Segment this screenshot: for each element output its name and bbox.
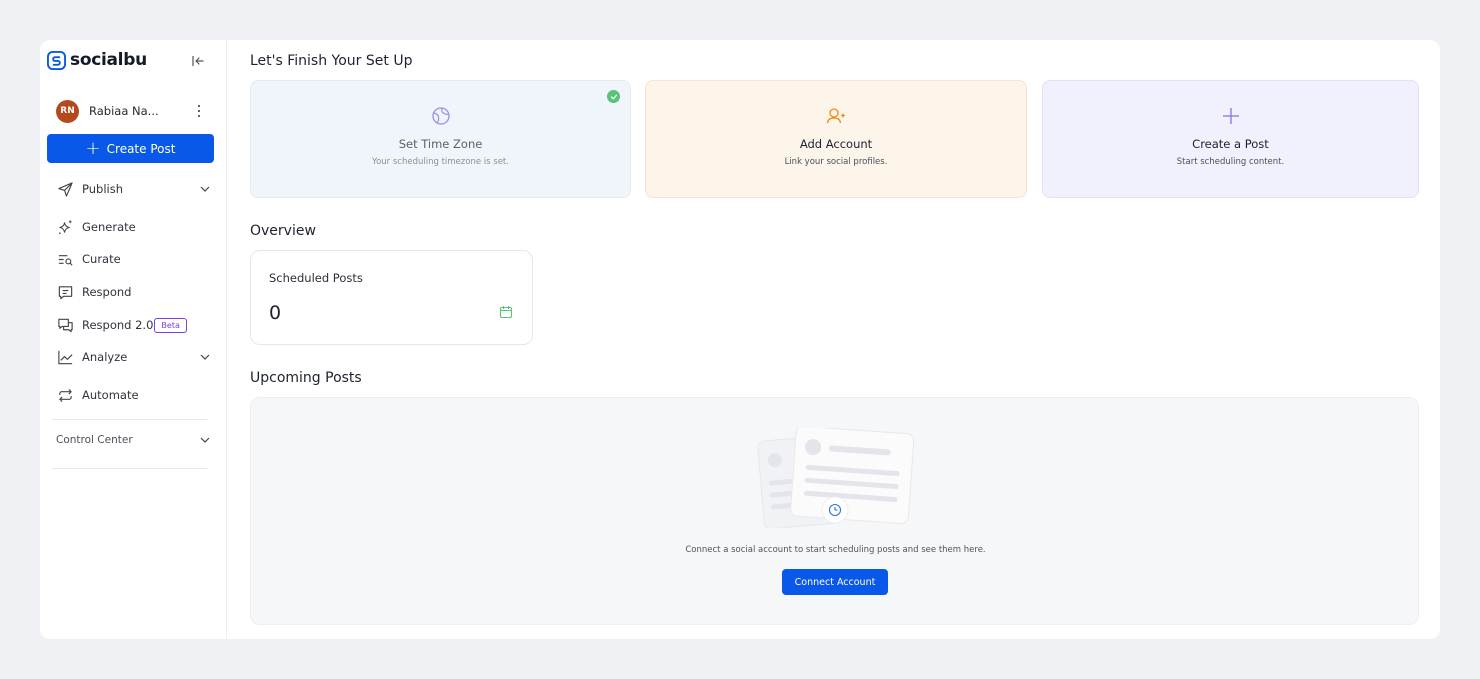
user-menu[interactable]: RN Rabiaa Na... (56, 99, 206, 123)
app-window: socialbu RN Rabiaa Na... + Create Post P… (40, 40, 1440, 639)
create-a-post-card[interactable]: Create a Post Start scheduling content. (1042, 80, 1419, 198)
create-post-label: Create Post (106, 141, 176, 156)
sidebar-item-respond-2[interactable]: Respond 2.0 Beta (56, 314, 211, 336)
sparkles-icon (56, 218, 74, 236)
logo[interactable]: socialbu (47, 50, 147, 70)
sidebar-item-respond[interactable]: Respond (56, 281, 211, 303)
set-time-zone-card[interactable]: Set Time Zone Your scheduling timezone i… (250, 80, 631, 198)
empty-posts-illustration (757, 428, 915, 528)
globe-icon (431, 105, 451, 127)
user-plus-icon (825, 105, 847, 127)
logo-text: socialbu (70, 50, 147, 70)
send-icon (56, 180, 74, 198)
sidebar-item-label: Respond 2.0 (82, 318, 154, 332)
create-post-button[interactable]: + Create Post (47, 134, 214, 163)
control-center-label: Control Center (56, 434, 133, 446)
repeat-icon (56, 386, 74, 404)
sidebar-item-generate[interactable]: Generate (56, 216, 211, 238)
sidebar-item-label: Automate (82, 388, 139, 402)
card-subtitle: Link your social profiles. (784, 157, 888, 167)
user-name: Rabiaa Na... (89, 104, 159, 118)
card-title: Create a Post (1192, 137, 1269, 151)
main-content: Let's Finish Your Set Up Set Time Zone Y… (250, 40, 1420, 639)
sidebar-item-publish[interactable]: Publish (56, 178, 211, 200)
plus-icon: + (85, 137, 101, 159)
message-icon (56, 283, 74, 301)
sidebar-item-control-center[interactable]: Control Center (56, 429, 211, 451)
card-subtitle: Start scheduling content. (1176, 157, 1285, 167)
messages-icon (56, 316, 74, 334)
stat-value: 0 (269, 302, 282, 324)
setup-title: Let's Finish Your Set Up (250, 53, 413, 69)
sidebar: socialbu RN Rabiaa Na... + Create Post P… (40, 40, 227, 639)
card-subtitle: Your scheduling timezone is set. (372, 157, 509, 167)
collapse-sidebar-icon[interactable] (190, 53, 206, 69)
scheduled-posts-card[interactable]: Scheduled Posts 0 (250, 250, 533, 345)
divider (52, 419, 207, 420)
stat-label: Scheduled Posts (269, 271, 363, 285)
sidebar-item-label: Publish (82, 182, 123, 196)
overview-title: Overview (250, 223, 316, 239)
card-title: Add Account (799, 137, 873, 151)
sidebar-item-curate[interactable]: Curate (56, 248, 211, 270)
empty-state-text: Connect a social account to start schedu… (685, 545, 986, 555)
avatar[interactable]: RN (56, 99, 79, 123)
check-icon (607, 90, 620, 103)
upcoming-posts-panel: Connect a social account to start schedu… (250, 397, 1419, 625)
chevron-down-icon[interactable] (199, 351, 211, 363)
list-search-icon (56, 250, 74, 268)
sidebar-item-analyze[interactable]: Analyze (56, 346, 211, 368)
calendar-icon (499, 306, 513, 319)
chevron-down-icon[interactable] (199, 183, 211, 195)
beta-badge: Beta (154, 317, 187, 333)
chevron-down-icon[interactable] (199, 434, 211, 446)
add-account-card[interactable]: Add Account Link your social profiles. (645, 80, 1027, 198)
sidebar-item-label: Curate (82, 252, 121, 266)
plus-icon (1221, 105, 1241, 127)
sidebar-item-label: Respond (82, 285, 132, 299)
sidebar-item-label: Analyze (82, 350, 128, 364)
sidebar-item-label: Generate (82, 220, 136, 234)
more-options-icon[interactable] (192, 102, 206, 120)
socialbu-logo-icon (47, 50, 66, 70)
card-title: Set Time Zone (398, 137, 483, 151)
sidebar-item-automate[interactable]: Automate (56, 384, 211, 406)
divider (52, 468, 207, 469)
upcoming-posts-title: Upcoming Posts (250, 370, 362, 386)
chart-line-icon (56, 348, 74, 366)
connect-account-button[interactable]: Connect Account (782, 569, 888, 595)
